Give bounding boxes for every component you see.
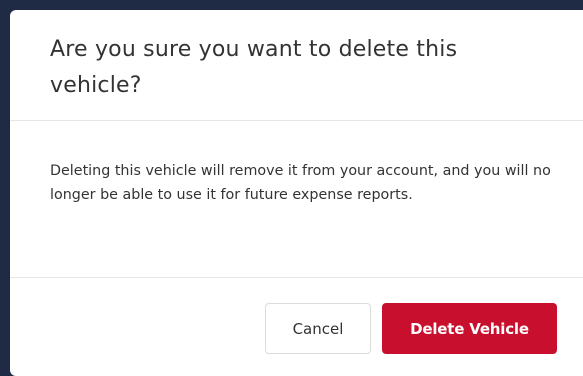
delete-vehicle-button[interactable]: Delete Vehicle [382, 303, 557, 354]
cancel-button[interactable]: Cancel [265, 303, 371, 354]
dialog-message: Deleting this vehicle will remove it fro… [50, 163, 551, 203]
dialog-header: Are you sure you want to delete this veh… [10, 10, 583, 121]
delete-vehicle-dialog: Are you sure you want to delete this veh… [10, 10, 583, 376]
dialog-body: Deleting this vehicle will remove it fro… [10, 121, 583, 278]
dialog-title: Are you sure you want to delete this veh… [50, 37, 458, 98]
dialog-footer: Cancel Delete Vehicle [10, 278, 583, 375]
